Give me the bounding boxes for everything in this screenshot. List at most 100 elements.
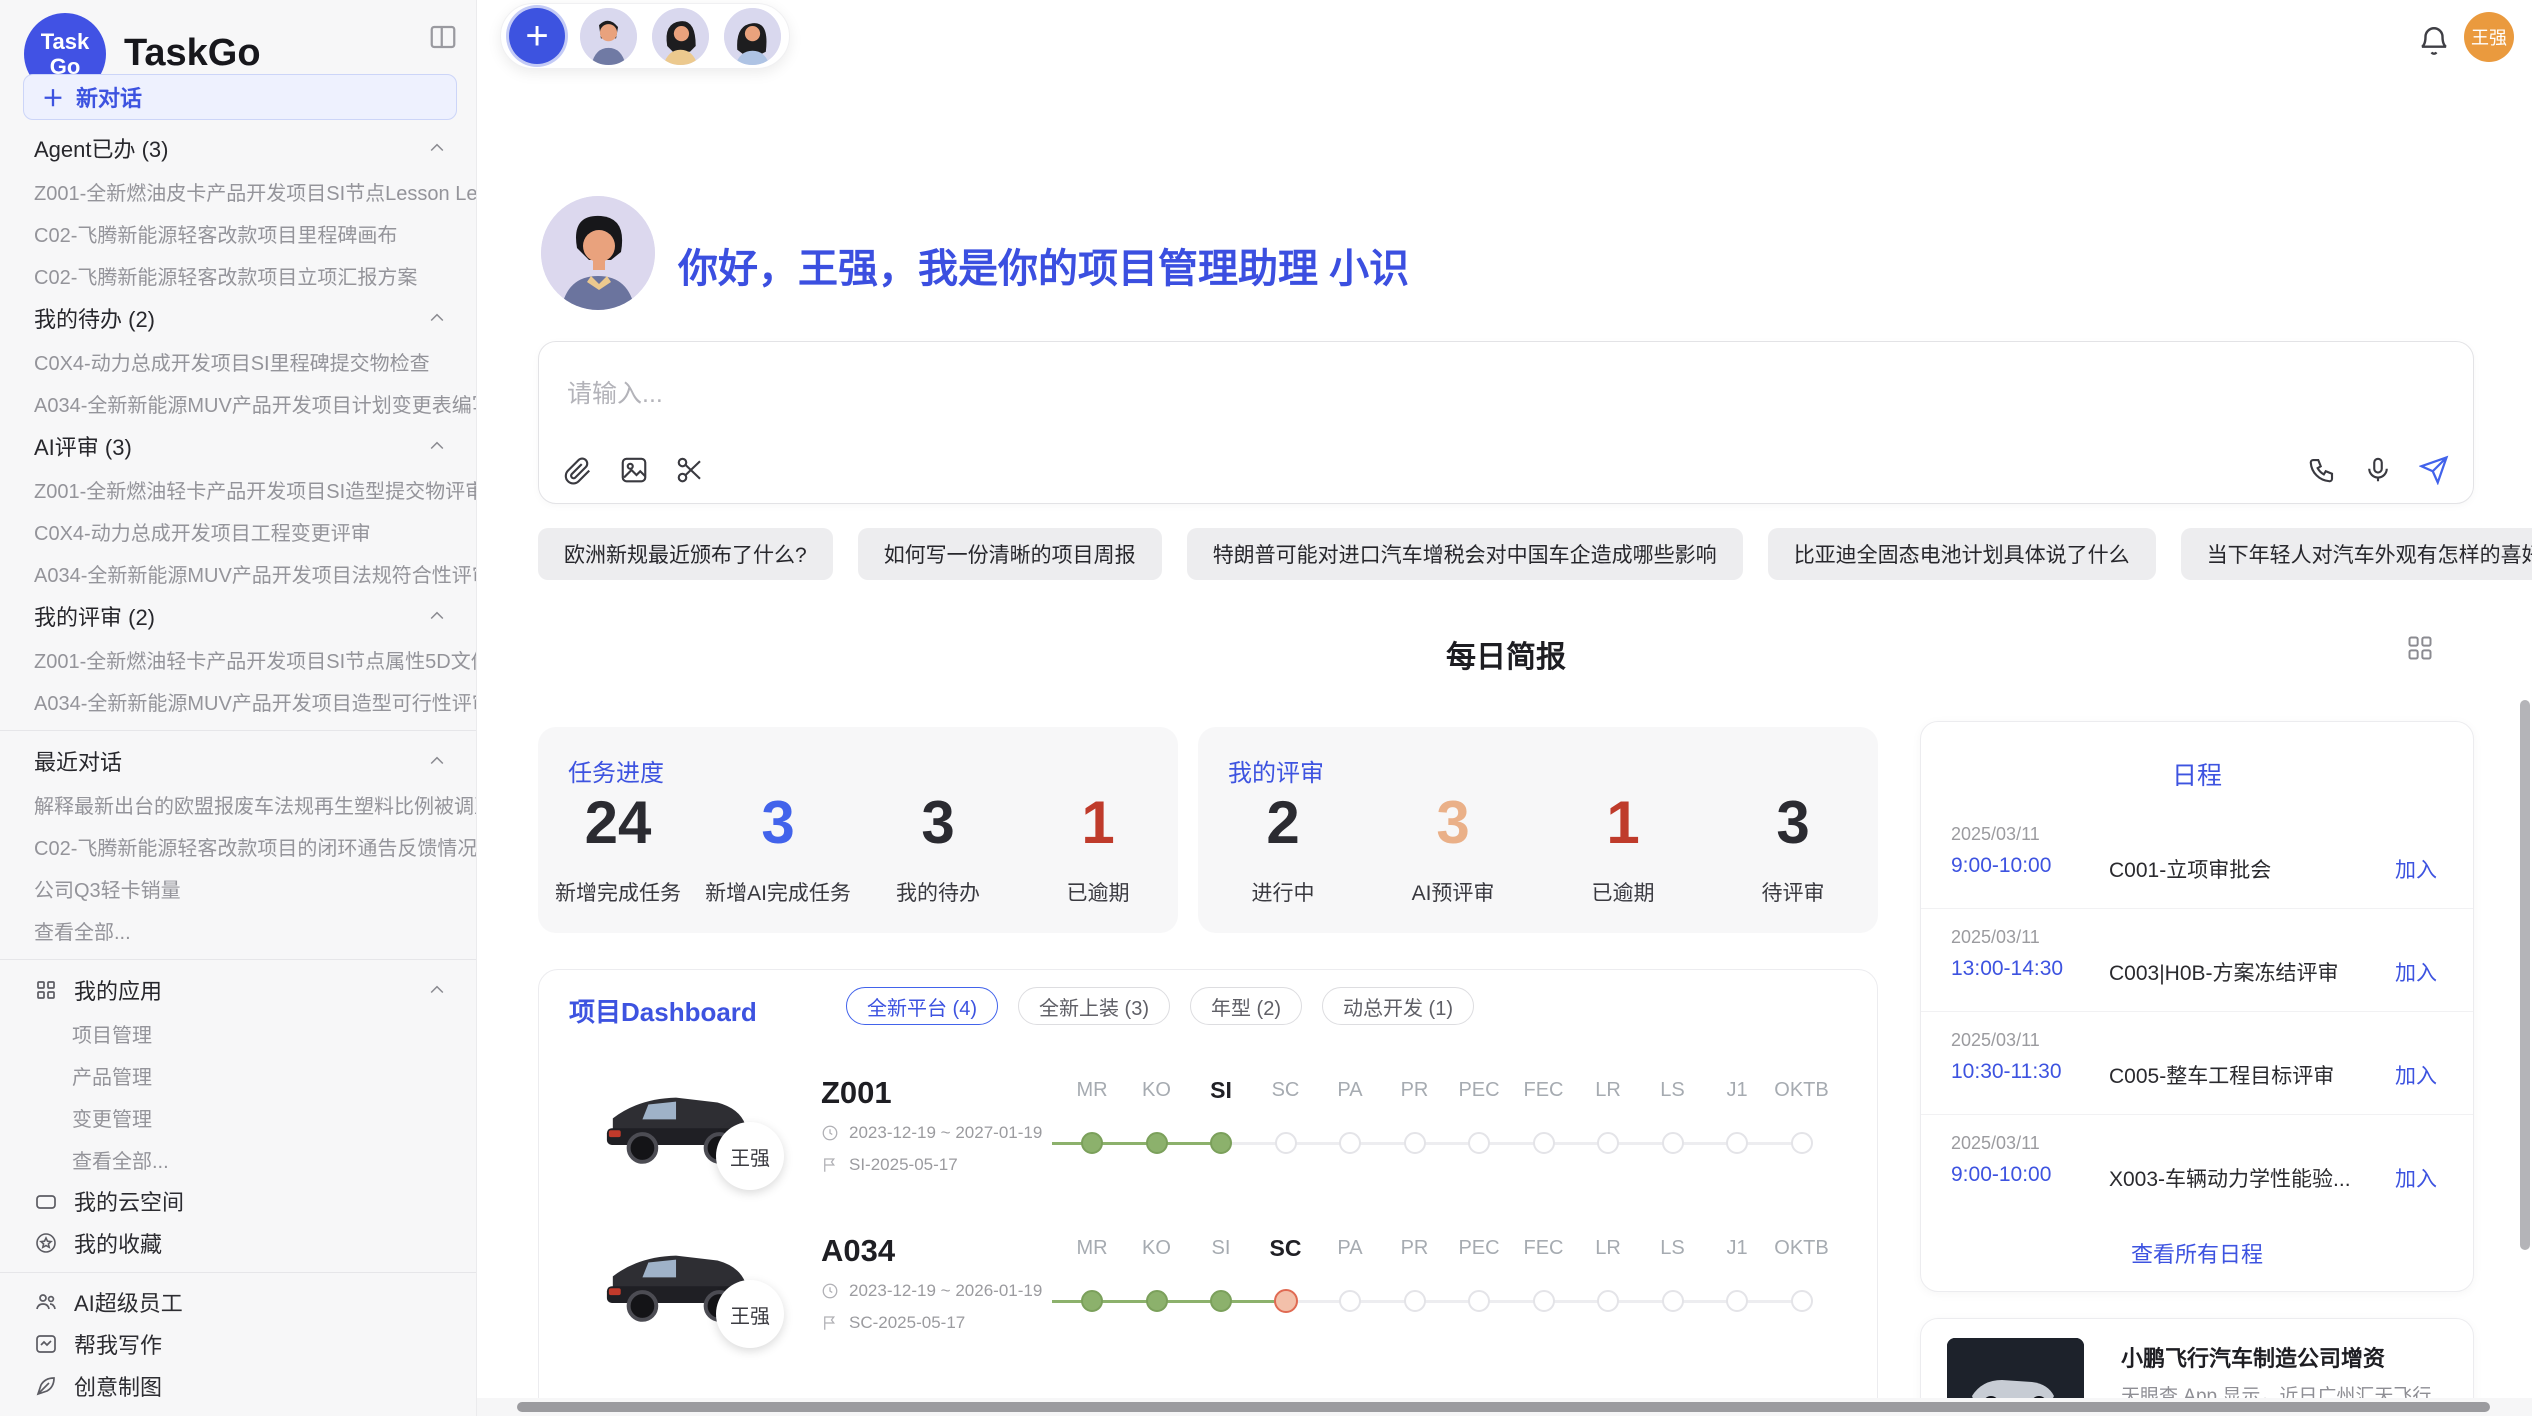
user-avatar[interactable]: 王强 xyxy=(2464,12,2514,62)
milestone-dot[interactable] xyxy=(1081,1290,1103,1312)
suggestion-chip[interactable]: 欧洲新规最近颁布了什么? xyxy=(538,528,833,580)
milestone-dot[interactable] xyxy=(1791,1290,1813,1312)
phone-icon[interactable] xyxy=(2307,455,2337,485)
sidebar-task-item[interactable]: Z001-全新燃油轻卡产品开发项目SI造型提交物评审 xyxy=(0,468,477,510)
sidebar-task-item[interactable]: C0X4-动力总成开发项目SI里程碑提交物检查 xyxy=(0,340,477,382)
app-item[interactable]: 产品管理 xyxy=(0,1054,477,1096)
stat-value: 3 xyxy=(858,791,1018,855)
milestone-dot[interactable] xyxy=(1274,1289,1298,1313)
suggestion-chip[interactable]: 当下年轻人对汽车外观有怎样的喜好趋势 xyxy=(2181,528,2532,580)
milestone-dot[interactable] xyxy=(1146,1290,1168,1312)
image-icon[interactable] xyxy=(619,455,649,485)
milestone-dot[interactable] xyxy=(1597,1132,1619,1154)
chat-input-box[interactable]: 请输入... xyxy=(538,341,2474,504)
milestone-dot[interactable] xyxy=(1533,1132,1555,1154)
sidebar-task-item[interactable]: A034-全新新能源MUV产品开发项目法规符合性评审 xyxy=(0,552,477,594)
chevron-up-icon[interactable] xyxy=(427,138,447,158)
stats-cards: 任务进度24新增完成任务3新增AI完成任务3我的待办1已逾期我的评审2进行中3A… xyxy=(538,727,1878,933)
milestone-dot[interactable] xyxy=(1210,1132,1232,1154)
sidebar-task-item[interactable]: C02-飞腾新能源轻客改款项目立项汇报方案 xyxy=(0,254,477,296)
milestone-dot[interactable] xyxy=(1081,1132,1103,1154)
dashboard-tab[interactable]: 年型 (2) xyxy=(1190,987,1302,1025)
recent-chat-item[interactable]: 公司Q3轻卡销量 xyxy=(0,867,477,909)
chevron-up-icon[interactable] xyxy=(427,606,447,626)
sidebar-task-item[interactable]: C02-飞腾新能源轻客改款项目里程碑画布 xyxy=(0,212,477,254)
sidebar-task-item[interactable]: Z001-全新燃油轻卡产品开发项目SI节点属性5D文件评审 xyxy=(0,638,477,680)
schedule-event-row: 2025/03/1113:00-14:30C003|H0B-方案冻结评审加入 xyxy=(1921,909,2473,1012)
suggestion-chip[interactable]: 如何写一份清晰的项目周报 xyxy=(858,528,1162,580)
recent-chat-item[interactable]: 查看全部... xyxy=(0,909,477,951)
milestone-dot[interactable] xyxy=(1339,1290,1361,1312)
agent-avatar-2[interactable] xyxy=(652,8,709,65)
attachment-icon[interactable] xyxy=(563,455,593,485)
add-agent-button[interactable]: + xyxy=(509,8,565,64)
briefing-title: 每日简报 xyxy=(1446,641,1566,674)
chevron-up-icon[interactable] xyxy=(427,436,447,456)
milestone-dot[interactable] xyxy=(1726,1290,1748,1312)
app-item[interactable]: 项目管理 xyxy=(0,1012,477,1054)
suggestion-chip[interactable]: 比亚迪全固态电池计划具体说了什么 xyxy=(1768,528,2156,580)
suggestion-chip[interactable]: 特朗普可能对进口汽车增税会对中国车企造成哪些影响 xyxy=(1187,528,1743,580)
event-join-link[interactable]: 加入 xyxy=(2395,1060,2437,1090)
app-title: TaskGo xyxy=(124,32,261,75)
scissors-icon[interactable] xyxy=(675,455,705,485)
sidebar-link-star-icon[interactable]: 我的收藏 xyxy=(0,1222,477,1264)
recent-chat-item[interactable]: 解释最新出台的欧盟报废车法规再生塑料比例被调至15%... xyxy=(0,783,477,825)
milestone-dot[interactable] xyxy=(1726,1132,1748,1154)
dashboard-tab[interactable]: 全新平台 (4) xyxy=(846,987,998,1025)
chevron-up-icon[interactable] xyxy=(427,980,447,1000)
app-item[interactable]: 变更管理 xyxy=(0,1096,477,1138)
agent-avatar-3[interactable] xyxy=(724,8,781,65)
milestone-dot[interactable] xyxy=(1468,1132,1490,1154)
grid-icon xyxy=(34,978,58,1002)
sidebar-tool-write-icon[interactable]: 帮我写作 xyxy=(0,1323,477,1365)
chevron-up-icon[interactable] xyxy=(427,751,447,771)
milestone-dot[interactable] xyxy=(1533,1290,1555,1312)
milestone-dot[interactable] xyxy=(1662,1132,1684,1154)
event-join-link[interactable]: 加入 xyxy=(2395,1163,2437,1193)
sidebar-task-item[interactable]: A034-全新新能源MUV产品开发项目计划变更表编写 xyxy=(0,382,477,424)
new-chat-button[interactable]: ＋ 新对话 xyxy=(23,74,457,120)
sidebar-link-cloud-icon[interactable]: 我的云空间 xyxy=(0,1180,477,1222)
milestone-dot[interactable] xyxy=(1791,1132,1813,1154)
assistant-avatar xyxy=(541,196,655,310)
section-header: 我的评审 (2) xyxy=(0,594,477,638)
milestone-dot[interactable] xyxy=(1468,1290,1490,1312)
sidebar-task-item[interactable]: Z001-全新燃油皮卡产品开发项目SI节点Lesson Learn报告 xyxy=(0,170,477,212)
milestone-dot[interactable] xyxy=(1275,1132,1297,1154)
write-icon xyxy=(34,1332,58,1356)
chevron-up-icon[interactable] xyxy=(427,308,447,328)
milestone-label: OKTB xyxy=(1754,1237,1850,1260)
sidebar-task-item[interactable]: A034-全新新能源MUV产品开发项目造型可行性评审 xyxy=(0,680,477,722)
milestone-dot[interactable] xyxy=(1597,1290,1619,1312)
view-all-schedule-link[interactable]: 查看所有日程 xyxy=(1921,1237,2473,1269)
greeting-text: 你好，王强，我是你的项目管理助理 小识 xyxy=(678,236,1409,294)
dashboard-tab[interactable]: 全新上装 (3) xyxy=(1018,987,1170,1025)
agent-avatar-1[interactable] xyxy=(580,8,637,65)
vertical-scrollbar-thumb[interactable] xyxy=(2520,700,2530,1250)
mic-icon[interactable] xyxy=(2363,455,2393,485)
horizontal-scrollbar-thumb[interactable] xyxy=(517,1402,2490,1412)
section-title: 我的待办 (2) xyxy=(34,302,155,334)
sidebar-collapse-icon[interactable] xyxy=(428,22,458,52)
send-icon[interactable] xyxy=(2419,455,2449,485)
milestone-dot[interactable] xyxy=(1662,1290,1684,1312)
stat-label: 已逾期 xyxy=(1538,877,1708,907)
milestone-dot[interactable] xyxy=(1404,1290,1426,1312)
divider xyxy=(0,959,477,960)
milestone-dot[interactable] xyxy=(1210,1290,1232,1312)
sidebar-tool-users-icon[interactable]: AI超级员工 xyxy=(0,1281,477,1323)
app-item[interactable]: 查看全部... xyxy=(0,1138,477,1180)
sidebar-task-item[interactable]: C0X4-动力总成开发项目工程变更评审 xyxy=(0,510,477,552)
milestone-dot[interactable] xyxy=(1146,1132,1168,1154)
layout-grid-icon[interactable] xyxy=(2406,634,2434,662)
recent-chat-item[interactable]: C02-飞腾新能源轻客改款项目的闭环通告反馈情况 xyxy=(0,825,477,867)
milestone-dot[interactable] xyxy=(1404,1132,1426,1154)
event-join-link[interactable]: 加入 xyxy=(2395,957,2437,987)
sidebar-tool-feather-icon[interactable]: 创意制图 xyxy=(0,1365,477,1407)
notification-bell-icon[interactable] xyxy=(2417,24,2451,58)
milestone-dot[interactable] xyxy=(1339,1132,1361,1154)
horizontal-scrollbar[interactable] xyxy=(477,1398,2532,1416)
event-join-link[interactable]: 加入 xyxy=(2395,854,2437,884)
dashboard-tab[interactable]: 动总开发 (1) xyxy=(1322,987,1474,1025)
